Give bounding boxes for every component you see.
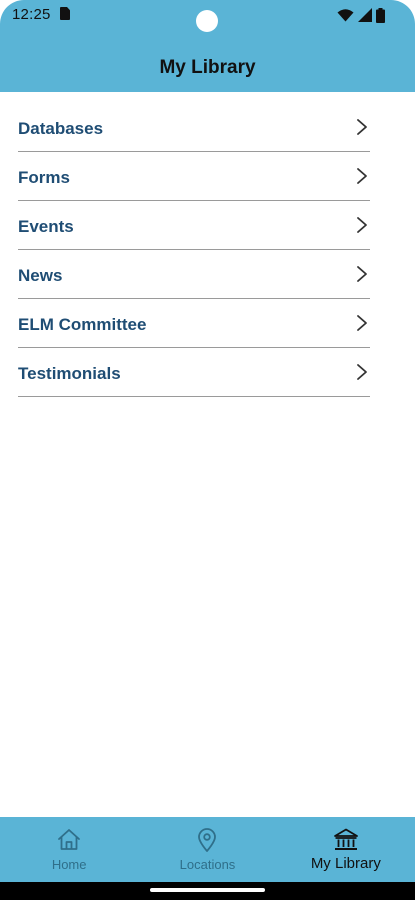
sim-card-icon xyxy=(60,7,70,20)
phone-screen: 12:25 My Library Databases Forms Events … xyxy=(0,0,415,900)
chevron-right-icon xyxy=(357,119,367,135)
library-menu: Databases Forms Events News ELM Committe… xyxy=(18,104,370,398)
menu-item-label: Testimonials xyxy=(18,364,121,383)
bottom-navigation: Home Locations My Library xyxy=(0,817,415,882)
menu-item-news[interactable]: News xyxy=(18,251,370,299)
menu-item-forms[interactable]: Forms xyxy=(18,153,370,201)
menu-item-label: Forms xyxy=(18,168,70,187)
chevron-right-icon xyxy=(357,364,367,380)
home-icon xyxy=(58,829,81,850)
page-title: My Library xyxy=(159,57,256,78)
home-indicator[interactable] xyxy=(150,888,265,892)
menu-item-events[interactable]: Events xyxy=(18,202,370,250)
menu-item-databases[interactable]: Databases xyxy=(18,104,370,152)
status-time: 12:25 xyxy=(12,6,51,23)
status-icons xyxy=(337,7,385,23)
gesture-bar xyxy=(0,882,415,900)
menu-item-label: News xyxy=(18,266,63,285)
menu-item-label: Events xyxy=(18,217,74,236)
wifi-icon xyxy=(337,9,354,22)
nav-label-my-library: My Library xyxy=(310,855,381,872)
nav-item-home[interactable]: Home xyxy=(0,817,138,882)
signal-icon xyxy=(358,8,372,22)
nav-label-home: Home xyxy=(51,857,87,872)
battery-icon xyxy=(376,7,385,23)
menu-item-label: ELM Committee xyxy=(18,315,147,334)
menu-item-elm-committee[interactable]: ELM Committee xyxy=(18,300,370,348)
app-header: 12:25 My Library xyxy=(0,0,415,92)
library-building-icon xyxy=(333,828,358,850)
menu-item-testimonials[interactable]: Testimonials xyxy=(18,349,370,397)
nav-label-locations: Locations xyxy=(179,857,236,872)
nav-item-my-library[interactable]: My Library xyxy=(277,817,415,882)
nav-item-locations[interactable]: Locations xyxy=(138,817,276,882)
status-bar: 12:25 xyxy=(0,0,415,32)
chevron-right-icon xyxy=(357,217,367,233)
menu-item-label: Databases xyxy=(18,119,104,138)
chevron-right-icon xyxy=(357,266,367,282)
chevron-right-icon xyxy=(357,168,367,184)
chevron-right-icon xyxy=(357,315,367,331)
camera-cutout xyxy=(196,10,218,32)
location-pin-icon xyxy=(198,828,217,852)
